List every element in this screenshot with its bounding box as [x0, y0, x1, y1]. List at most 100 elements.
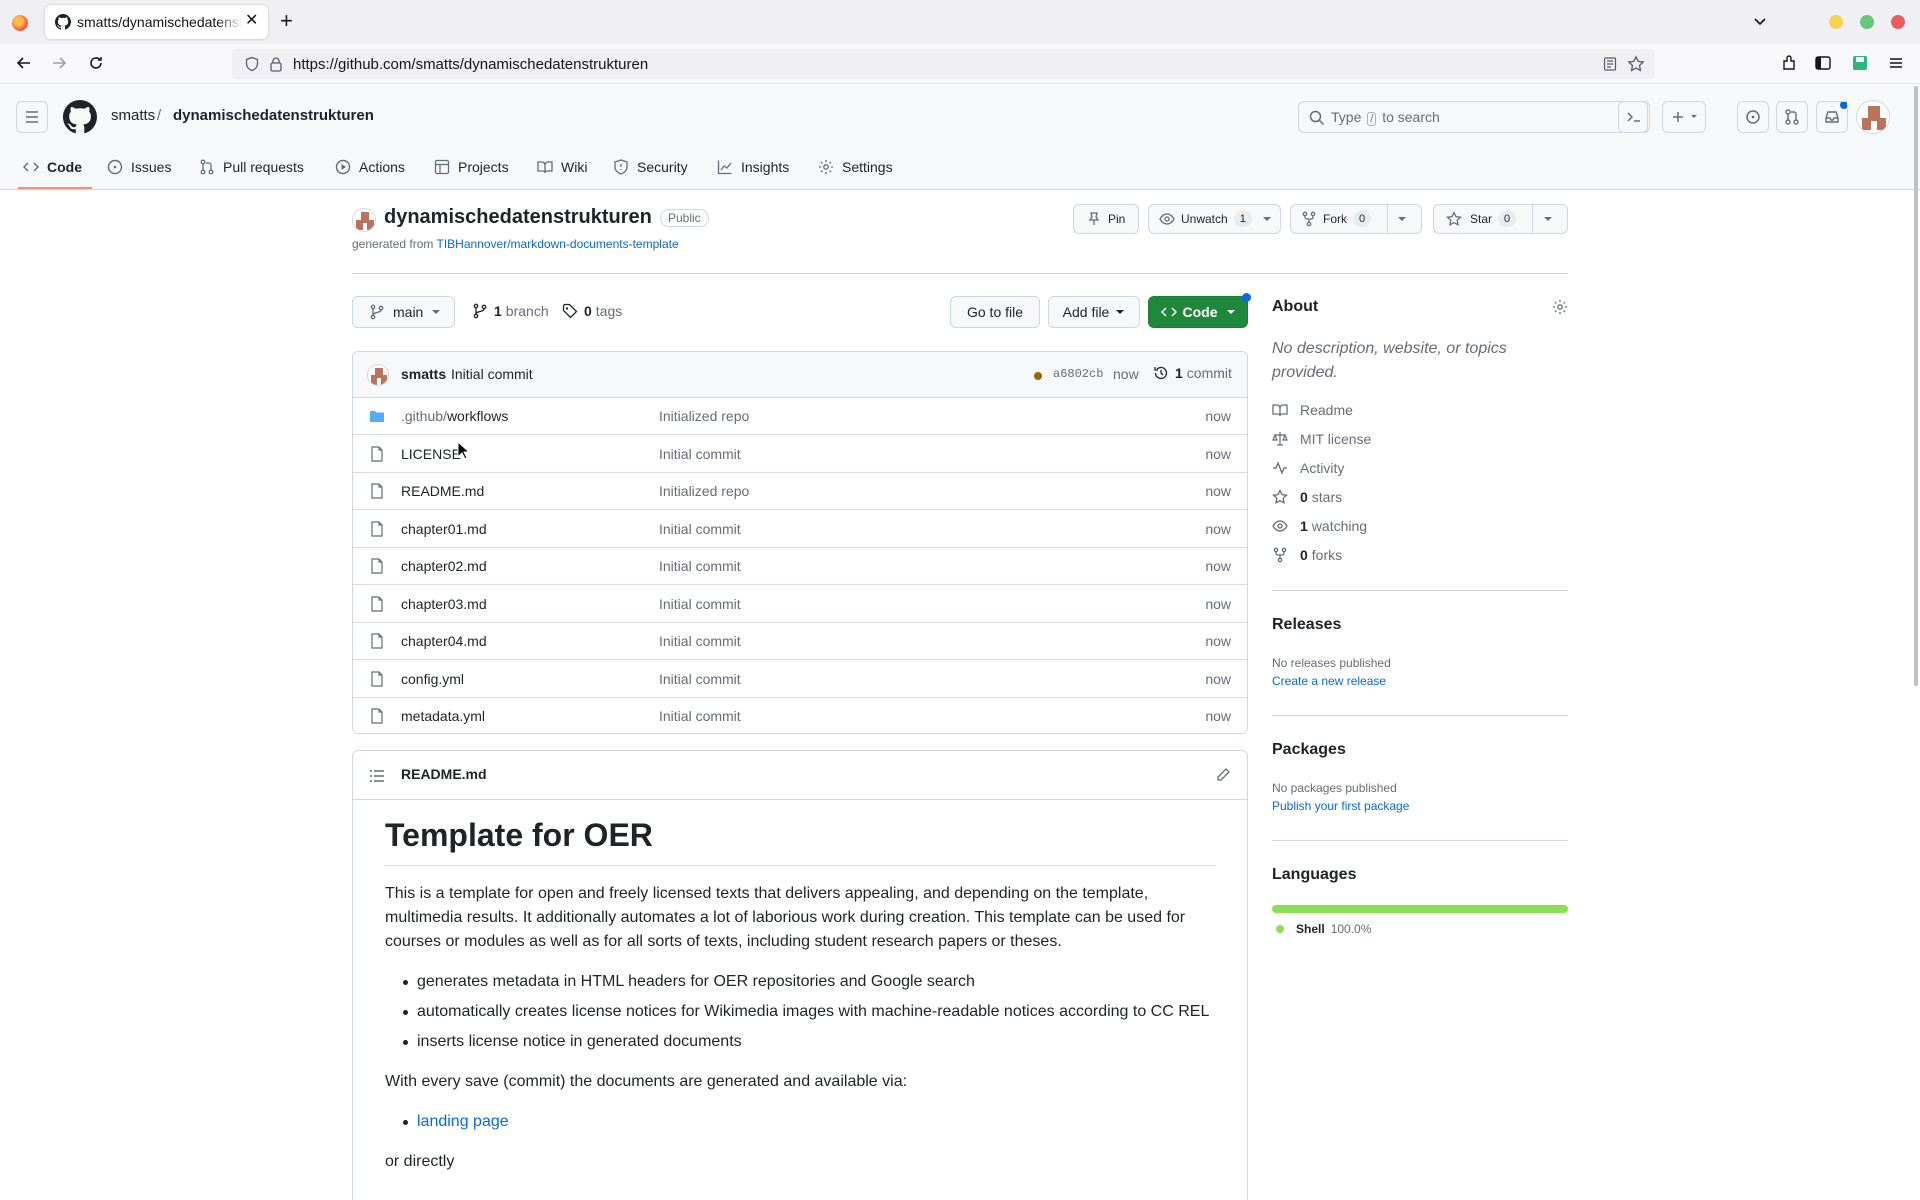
firefox-icon[interactable] [12, 15, 28, 31]
tab-code[interactable]: Code [23, 145, 82, 189]
table-row[interactable]: .github/workflows Initialized repo now [353, 398, 1247, 435]
file-name-link[interactable]: chapter02.md [401, 558, 487, 574]
language-item[interactable]: Shell 100.0% [1276, 922, 1371, 936]
extensions-icon[interactable] [1780, 54, 1798, 72]
branch-selector[interactable]: main [352, 296, 455, 328]
create-release-link[interactable]: Create a new release [1272, 674, 1386, 688]
global-menu-button[interactable] [16, 101, 48, 133]
url-text[interactable]: https://github.com/smatts/dynamischedate… [293, 56, 648, 73]
file-commit-message[interactable]: Initial commit [659, 633, 741, 649]
tab-insights[interactable]: Insights [717, 145, 789, 189]
address-bar[interactable]: https://github.com/smatts/dynamischedate… [232, 49, 1655, 79]
file-name-link[interactable]: config.yml [401, 671, 464, 687]
lock-icon[interactable] [269, 56, 283, 72]
new-tab-icon[interactable]: + [280, 10, 293, 32]
table-row[interactable]: chapter03.md Initial commit now [353, 586, 1247, 623]
pencil-icon[interactable] [1215, 767, 1231, 783]
tab-issues[interactable]: Issues [107, 145, 171, 189]
tab-wiki[interactable]: Wiki [537, 145, 587, 189]
file-commit-message[interactable]: Initial commit [659, 708, 741, 724]
table-row[interactable]: chapter01.md Initial commit now [353, 511, 1247, 548]
tab-pull-requests[interactable]: Pull requests [199, 145, 304, 189]
github-logo-icon[interactable] [63, 100, 97, 134]
readme-filename[interactable]: README.md [401, 766, 487, 782]
commit-message[interactable]: Initial commit [451, 366, 533, 382]
packages-heading[interactable]: Packages [1272, 741, 1346, 759]
branches-link[interactable]: 1 branch [472, 303, 549, 319]
repo-name[interactable]: dynamischedatenstrukturen [384, 206, 652, 229]
star-button[interactable]: Star 0 [1433, 204, 1568, 234]
template-link[interactable]: TIBHannover/markdown-documents-template [437, 237, 679, 251]
table-row[interactable]: chapter02.md Initial commit now [353, 548, 1247, 585]
app-menu-icon[interactable] [1887, 54, 1905, 72]
table-row[interactable]: config.yml Initial commit now [353, 661, 1247, 698]
file-name-link[interactable]: LICENSE [401, 446, 461, 462]
watching-link[interactable]: 1 watching [1272, 516, 1367, 536]
tab-settings[interactable]: Settings [818, 145, 893, 189]
table-row[interactable]: metadata.yml Initial commit now [353, 698, 1247, 733]
tab-projects[interactable]: Projects [434, 145, 509, 189]
commit-sha[interactable]: a6802cb [1053, 367, 1103, 381]
file-commit-message[interactable]: Initial commit [659, 596, 741, 612]
sidebar-toggle-icon[interactable] [1814, 54, 1832, 72]
maximize-window-icon[interactable] [1860, 15, 1874, 29]
file-commit-message[interactable]: Initial commit [659, 671, 741, 687]
file-name-link[interactable]: chapter04.md [401, 633, 487, 649]
pin-button[interactable]: Pin [1073, 204, 1139, 234]
landing-page-link[interactable]: landing page [417, 1113, 509, 1130]
file-commit-message[interactable]: Initialized repo [659, 483, 749, 499]
tab-actions[interactable]: Actions [335, 145, 405, 189]
file-commit-message[interactable]: Initial commit [659, 521, 741, 537]
inbox-button[interactable] [1816, 101, 1848, 133]
repo-link[interactable]: dynamischedatenstrukturen [173, 107, 374, 124]
command-palette-button[interactable] [1618, 101, 1650, 133]
forks-link[interactable]: 0 forks [1272, 545, 1342, 565]
tab-security[interactable]: Security [613, 145, 688, 189]
repo-owner-avatar[interactable] [352, 208, 376, 232]
stars-link[interactable]: 0 stars [1272, 487, 1342, 507]
create-new-button[interactable] [1662, 101, 1706, 133]
gear-icon[interactable] [1552, 299, 1568, 315]
table-row[interactable]: chapter04.md Initial commit now [353, 623, 1247, 660]
file-name-link[interactable]: .github/workflows [401, 408, 508, 424]
reader-view-icon[interactable] [1602, 56, 1618, 72]
bookmark-star-icon[interactable] [1627, 55, 1645, 73]
owner-link[interactable]: smatts [111, 107, 155, 124]
file-commit-message[interactable]: Initial commit [659, 558, 741, 574]
browser-tab[interactable]: smatts/dynamischedatenstrukturen ✕ [45, 5, 268, 39]
license-link[interactable]: MIT license [1272, 429, 1371, 449]
file-name-link[interactable]: chapter03.md [401, 596, 487, 612]
file-commit-message[interactable]: Initialized repo [659, 408, 749, 424]
tab-list-chevron-icon[interactable] [1752, 13, 1768, 29]
issues-header-button[interactable] [1737, 101, 1769, 133]
unwatch-button[interactable]: Unwatch 1 [1148, 204, 1281, 234]
table-row[interactable]: README.md Initialized repo now [353, 473, 1247, 510]
minimize-window-icon[interactable] [1829, 15, 1843, 29]
file-name-link[interactable]: metadata.yml [401, 708, 485, 724]
commit-history-link[interactable]: 1 commit [1153, 365, 1232, 381]
forward-arrow-icon[interactable] [50, 54, 68, 72]
go-to-file-button[interactable]: Go to file [950, 296, 1040, 328]
file-name-link[interactable]: README.md [401, 483, 484, 499]
commit-author[interactable]: smatts [401, 366, 446, 382]
pull-requests-header-button[interactable] [1776, 101, 1808, 133]
tracking-shield-icon[interactable] [244, 56, 260, 72]
activity-link[interactable]: Activity [1272, 458, 1344, 478]
save-extension-icon[interactable] [1851, 54, 1869, 72]
close-window-icon[interactable] [1891, 15, 1905, 29]
table-row[interactable]: LICENSE Initial commit now [353, 436, 1247, 473]
search-input[interactable]: Type / to search [1298, 101, 1648, 133]
file-commit-message[interactable]: Initial commit [659, 446, 741, 462]
tags-link[interactable]: 0 tags [562, 303, 622, 319]
user-avatar[interactable] [1856, 100, 1890, 134]
commit-status-dot[interactable] [1034, 372, 1042, 380]
reload-icon[interactable] [87, 54, 105, 72]
list-unordered-icon[interactable] [369, 768, 385, 784]
file-name-link[interactable]: chapter01.md [401, 521, 487, 537]
publish-package-link[interactable]: Publish your first package [1272, 799, 1409, 813]
page-scrollbar[interactable] [1914, 86, 1918, 686]
back-arrow-icon[interactable] [15, 54, 33, 72]
commit-author-avatar[interactable] [367, 364, 389, 386]
tab-close-icon[interactable]: ✕ [245, 13, 258, 29]
add-file-button[interactable]: Add file [1048, 296, 1140, 328]
